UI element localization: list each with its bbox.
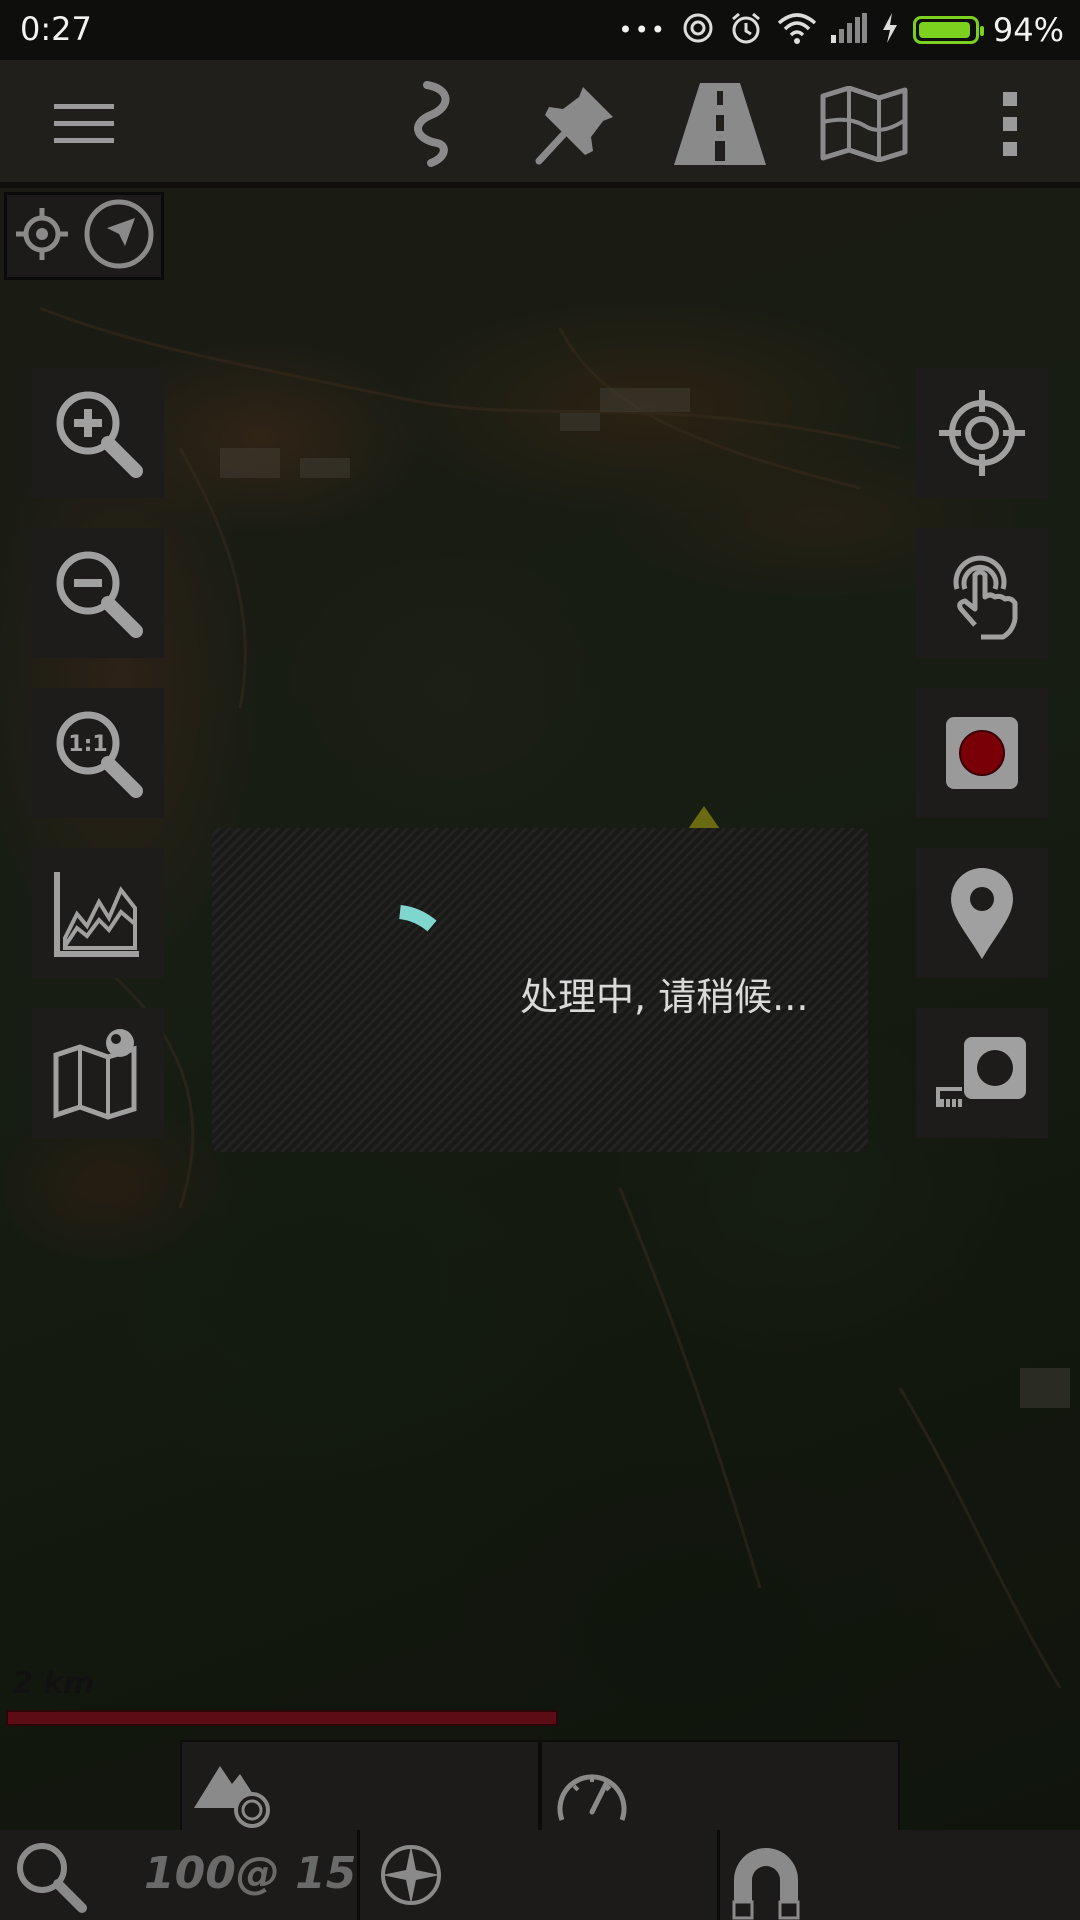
pushpin-icon[interactable] <box>528 76 624 172</box>
touch-mode-button[interactable] <box>916 528 1048 658</box>
elevation-chart-button[interactable] <box>32 848 164 978</box>
zoom-level-text: 100@ 15 <box>144 1848 357 1899</box>
notification-dots: ••• <box>618 16 667 44</box>
scale-label: 2 km <box>12 1666 95 1701</box>
search-icon[interactable] <box>14 1840 88 1914</box>
loading-spinner-icon <box>399 905 437 932</box>
progress-dialog: 处理中, 请稍候... <box>212 828 868 1152</box>
record-icon <box>946 717 1018 789</box>
battery-icon <box>912 16 984 44</box>
gps-locate-icon[interactable] <box>14 206 70 266</box>
overflow-icon[interactable] <box>962 76 1058 172</box>
add-waypoint-button[interactable] <box>916 848 1048 978</box>
mountain-altitude-icon <box>194 1766 270 1828</box>
route-icon[interactable] <box>384 76 480 172</box>
crosshair-icon <box>939 390 1025 476</box>
record-track-button[interactable] <box>916 688 1048 818</box>
compass-arrow-icon[interactable] <box>83 198 155 274</box>
camera-icon <box>936 1037 1026 1107</box>
elevation-chart-icon <box>54 872 139 957</box>
progress-message: 处理中, 请稍候... <box>520 975 809 1019</box>
zoom-1to1-button[interactable]: 1:1 <box>32 688 164 818</box>
hotspot-icon <box>681 11 715 49</box>
location-mode-toggle[interactable] <box>4 192 164 280</box>
compass-cell[interactable] <box>360 1830 720 1920</box>
location-pin-icon <box>951 868 1013 959</box>
wifi-icon <box>777 11 817 49</box>
bottom-bar: 100@ 15 <box>0 1830 1080 1920</box>
zoom-out-button[interactable] <box>32 528 164 658</box>
zoom-1to1-icon: 1:1 <box>56 711 143 798</box>
search-zoom-cell[interactable]: 100@ 15 <box>0 1830 360 1920</box>
hamburger-icon[interactable] <box>36 76 132 172</box>
alarm-icon <box>729 11 763 49</box>
magnet-icon <box>732 1848 800 1920</box>
compass-icon <box>381 1845 441 1905</box>
map-manager-button[interactable] <box>32 1008 164 1138</box>
charging-icon <box>881 13 899 47</box>
zoom-out-icon <box>56 551 143 638</box>
scale-bar <box>6 1710 558 1726</box>
touch-hand-icon <box>953 555 1018 640</box>
speedometer-icon <box>557 1774 627 1821</box>
center-gps-button[interactable] <box>916 368 1048 498</box>
road-icon[interactable] <box>672 76 768 172</box>
signal-icon <box>830 13 867 47</box>
speed-panel[interactable] <box>540 1740 900 1832</box>
battery-percent: 94% <box>992 11 1064 49</box>
camera-button[interactable] <box>916 1008 1048 1138</box>
elevation-panel[interactable] <box>180 1740 540 1832</box>
status-icons: ••• 94% <box>618 0 1064 60</box>
status-bar: 0:27 ••• 94% <box>0 0 1080 60</box>
magnet-cell[interactable] <box>720 1830 1080 1920</box>
zoom-in-icon <box>56 391 143 478</box>
map-pin-icon <box>53 1029 137 1120</box>
map-icon[interactable] <box>816 76 912 172</box>
top-toolbar <box>0 60 1080 188</box>
status-time: 0:27 <box>20 10 92 48</box>
svg-text:1:1: 1:1 <box>68 732 107 757</box>
zoom-in-button[interactable] <box>32 368 164 498</box>
